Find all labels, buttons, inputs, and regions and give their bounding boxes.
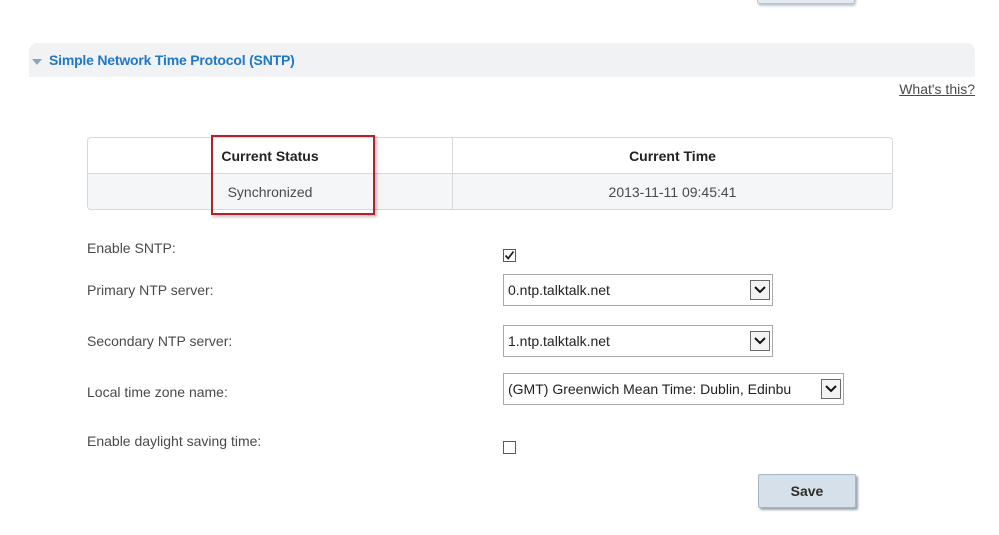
whats-this-link[interactable]: What's this? <box>899 81 975 97</box>
checkmark-icon <box>504 250 515 260</box>
timezone-value: (GMT) Greenwich Mean Time: Dublin, Edinb… <box>508 381 792 397</box>
primary-ntp-label: Primary NTP server: <box>87 282 214 298</box>
status-table-header-row: Current Status Current Time <box>88 138 892 174</box>
sntp-section-header[interactable]: Simple Network Time Protocol (SNTP) <box>29 43 975 77</box>
timezone-select[interactable]: (GMT) Greenwich Mean Time: Dublin, Edinb… <box>503 373 844 405</box>
save-button[interactable]: Save <box>758 474 856 508</box>
secondary-ntp-label: Secondary NTP server: <box>87 333 233 349</box>
enable-sntp-label: Enable SNTP: <box>87 240 176 256</box>
section-title: Simple Network Time Protocol (SNTP) <box>49 52 295 68</box>
primary-ntp-select[interactable]: 0.ntp.talktalk.net <box>503 274 773 306</box>
secondary-ntp-select[interactable]: 1.ntp.talktalk.net <box>503 325 773 357</box>
daylight-saving-checkbox[interactable] <box>503 441 516 454</box>
timezone-label: Local time zone name: <box>87 384 228 400</box>
current-time-header: Current Time <box>453 138 892 174</box>
chevron-down-icon[interactable] <box>821 379 841 399</box>
enable-sntp-checkbox[interactable] <box>503 249 516 262</box>
top-button-partial[interactable] <box>757 0 855 4</box>
current-status-value: Synchronized <box>88 174 453 209</box>
status-table-value-row: Synchronized 2013-11-11 09:45:41 <box>88 174 892 209</box>
current-status-header: Current Status <box>88 138 453 174</box>
current-time-value: 2013-11-11 09:45:41 <box>453 174 892 209</box>
secondary-ntp-value: 1.ntp.talktalk.net <box>508 333 610 349</box>
primary-ntp-value: 0.ntp.talktalk.net <box>508 282 610 298</box>
chevron-down-icon[interactable] <box>750 280 770 300</box>
collapse-caret-icon[interactable] <box>32 59 42 65</box>
chevron-down-icon[interactable] <box>750 331 770 351</box>
daylight-saving-label: Enable daylight saving time: <box>87 433 262 449</box>
status-table: Current Status Current Time Synchronized… <box>87 137 893 210</box>
